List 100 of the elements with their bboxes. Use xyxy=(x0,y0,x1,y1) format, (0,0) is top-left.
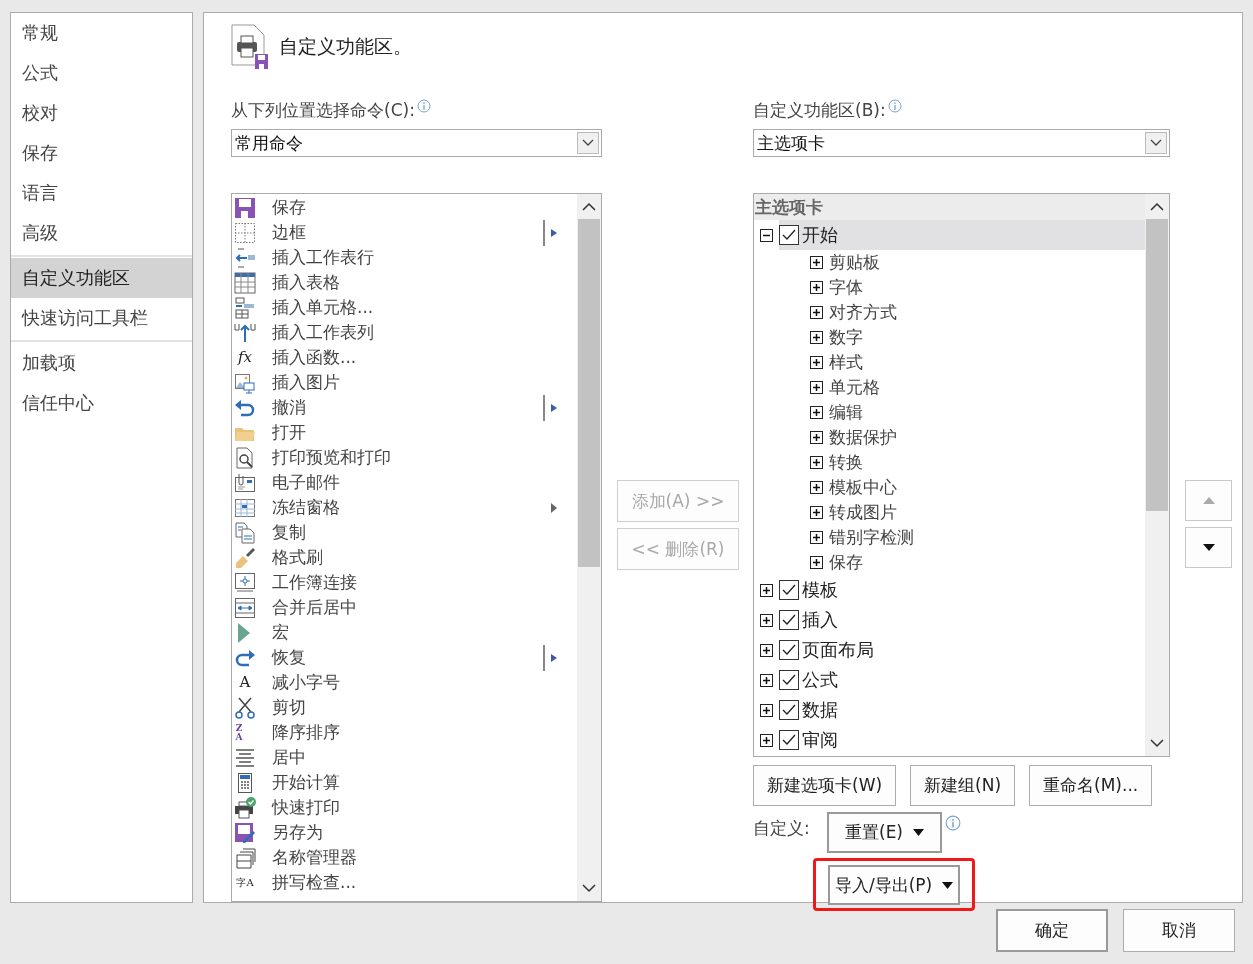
expander-icon[interactable] xyxy=(810,456,823,469)
scroll-down-icon[interactable] xyxy=(582,884,596,893)
checkbox[interactable] xyxy=(779,610,799,630)
command-item[interactable]: 名称管理器 xyxy=(272,846,357,869)
command-item[interactable]: 减小字号 xyxy=(272,671,340,694)
tree-item[interactable]: 样式 xyxy=(829,351,863,374)
checkbox[interactable] xyxy=(779,700,799,720)
command-item[interactable]: 撤消 xyxy=(272,396,306,419)
command-item[interactable]: 插入表格 xyxy=(272,271,340,294)
tree-item[interactable]: 数字 xyxy=(829,326,863,349)
tree-item[interactable]: 模板中心 xyxy=(829,476,897,499)
command-item[interactable]: 格式刷 xyxy=(272,546,323,569)
sidebar-item[interactable]: 加载项 xyxy=(11,343,192,383)
dropdown[interactable]: 常用命令 xyxy=(231,129,602,157)
command-item[interactable]: 开始计算 xyxy=(272,771,340,794)
ribbon-button[interactable]: 重命名(M)... xyxy=(1029,765,1153,806)
tree-item[interactable]: 公式 xyxy=(779,665,1145,695)
command-item[interactable]: 恢复 xyxy=(272,646,306,669)
scroll-down-icon[interactable] xyxy=(1150,739,1164,748)
ribbon-button[interactable]: 新建选项卡(W) xyxy=(753,765,897,806)
tree-item[interactable]: 数据保护 xyxy=(829,426,897,449)
tree-item[interactable]: 插入 xyxy=(779,605,1145,635)
tree-item[interactable]: 对齐方式 xyxy=(829,301,897,324)
tree-item[interactable]: 模板 xyxy=(779,575,1145,605)
tree-item[interactable]: 编辑 xyxy=(829,401,863,424)
command-item[interactable]: 电子邮件 xyxy=(272,471,340,494)
expander-icon[interactable] xyxy=(810,506,823,519)
expander-icon[interactable] xyxy=(760,673,773,687)
expander-icon[interactable] xyxy=(810,356,823,369)
sidebar-item[interactable]: 校对 xyxy=(11,93,192,133)
tree-item[interactable]: 开始 xyxy=(779,220,1145,250)
expander-icon[interactable] xyxy=(760,643,773,657)
command-item[interactable]: 工作簿连接 xyxy=(272,571,357,594)
command-item[interactable]: 拼写检查... xyxy=(272,871,357,894)
command-item[interactable]: 插入函数... xyxy=(272,346,357,369)
command-item[interactable]: 打开 xyxy=(272,421,306,444)
tree-item[interactable]: 审阅 xyxy=(779,725,1145,755)
command-item[interactable]: 边框 xyxy=(272,221,306,244)
expander-icon[interactable] xyxy=(810,556,823,569)
sidebar-item[interactable]: 公式 xyxy=(11,53,192,93)
checkbox[interactable] xyxy=(779,640,799,660)
expander-icon[interactable] xyxy=(810,306,823,319)
expander-icon[interactable] xyxy=(810,281,823,294)
expander-icon[interactable] xyxy=(810,431,823,444)
expander-icon[interactable] xyxy=(810,481,823,494)
command-item[interactable]: 剪切 xyxy=(272,696,306,719)
tree-item[interactable]: 单元格 xyxy=(829,376,880,399)
checkbox[interactable] xyxy=(779,225,799,245)
command-item[interactable]: 插入工作表行 xyxy=(272,246,374,269)
expander-icon[interactable] xyxy=(810,406,823,419)
tree-item[interactable]: 保存 xyxy=(829,551,863,574)
command-item[interactable]: 降序排序 xyxy=(272,721,340,744)
sidebar-item[interactable]: 保存 xyxy=(11,133,192,173)
checkbox[interactable] xyxy=(779,670,799,690)
expander-icon[interactable] xyxy=(810,381,823,394)
tree-item[interactable]: 剪贴板 xyxy=(829,251,880,274)
tree-item[interactable]: 字体 xyxy=(829,276,863,299)
move-down-button[interactable] xyxy=(1185,527,1232,568)
sidebar-item[interactable]: 常规 xyxy=(11,13,192,53)
expander-icon[interactable] xyxy=(810,331,823,344)
scroll-up-icon[interactable] xyxy=(1150,202,1164,211)
tree-item[interactable]: 数据 xyxy=(779,695,1145,725)
command-item[interactable]: 合并后居中 xyxy=(272,596,357,619)
sidebar-item[interactable]: 自定义功能区 xyxy=(11,258,192,298)
command-item[interactable]: 居中 xyxy=(272,746,306,769)
scroll-up-icon[interactable] xyxy=(582,202,596,211)
checkbox[interactable] xyxy=(779,580,799,600)
command-item[interactable]: 宏 xyxy=(272,621,289,644)
scrollbar[interactable] xyxy=(577,194,601,901)
reset-button[interactable]: 重置(E) xyxy=(827,812,942,853)
expander-icon[interactable] xyxy=(810,531,823,544)
expander-icon[interactable] xyxy=(760,228,773,242)
command-item[interactable]: 快速打印 xyxy=(272,796,340,819)
command-item[interactable]: 打印预览和打印 xyxy=(272,446,391,469)
split-submenu-icon[interactable] xyxy=(543,219,559,246)
sidebar-item[interactable]: 高级 xyxy=(11,213,192,253)
dialog-button[interactable]: 取消 xyxy=(1123,909,1235,952)
command-item[interactable]: 保存 xyxy=(272,196,306,219)
import-export-button[interactable]: 导入/导出(P) xyxy=(828,865,961,905)
expander-icon[interactable] xyxy=(760,583,773,597)
command-item[interactable]: 另存为 xyxy=(272,821,323,844)
command-item[interactable]: 冻结窗格 xyxy=(272,496,340,519)
dialog-button[interactable]: 确定 xyxy=(996,909,1108,952)
split-submenu-icon[interactable] xyxy=(543,394,559,421)
tree-item[interactable]: 转成图片 xyxy=(829,501,897,524)
expander-icon[interactable] xyxy=(760,703,773,717)
expander-icon[interactable] xyxy=(760,613,773,627)
dropdown[interactable]: 主选项卡 xyxy=(753,129,1170,157)
tree-item[interactable]: 错别字检测 xyxy=(829,526,914,549)
split-submenu-icon[interactable] xyxy=(543,644,559,671)
sidebar-item[interactable]: 快速访问工具栏 xyxy=(11,298,192,338)
sidebar-item[interactable]: 信任中心 xyxy=(11,383,192,423)
tree-item[interactable]: 转换 xyxy=(829,451,863,474)
command-item[interactable]: 复制 xyxy=(272,521,306,544)
command-item[interactable]: 插入单元格... xyxy=(272,296,374,319)
tree-item[interactable]: 页面布局 xyxy=(779,635,1145,665)
command-item[interactable]: 插入图片 xyxy=(272,371,340,394)
ribbon-button[interactable]: 新建组(N) xyxy=(910,765,1016,806)
sidebar-item[interactable]: 语言 xyxy=(11,173,192,213)
expander-icon[interactable] xyxy=(810,256,823,269)
